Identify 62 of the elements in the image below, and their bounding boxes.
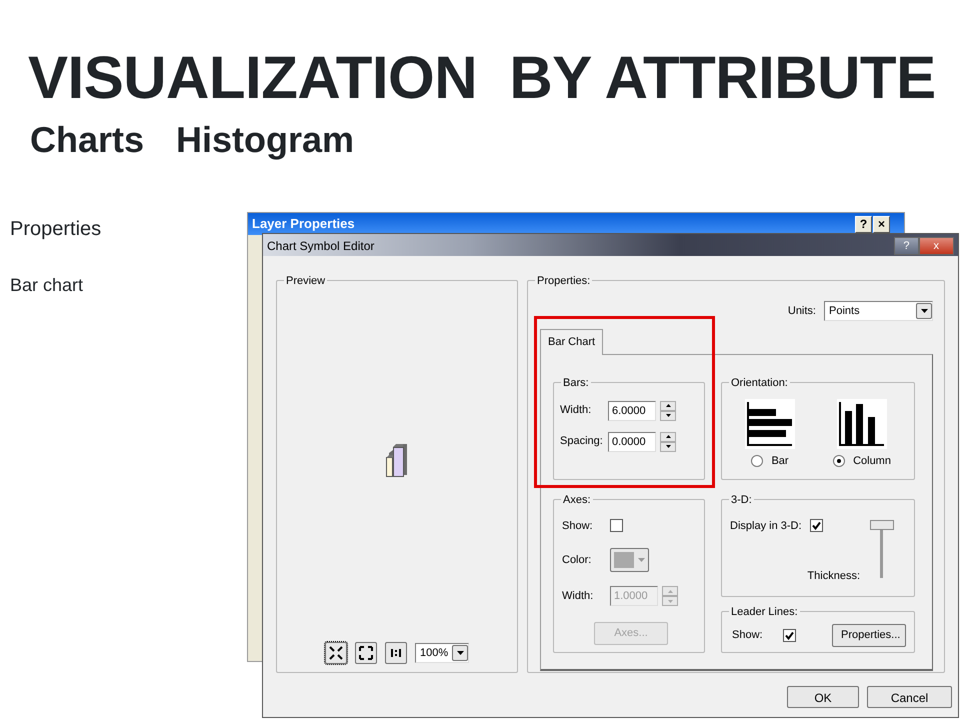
group-label: Properties:: [535, 273, 592, 290]
width-label: Width:: [560, 403, 592, 418]
actual-size-button[interactable]: [385, 642, 407, 664]
slide-subtitle: Histogram: [176, 122, 354, 158]
number-field[interactable]: 0.0000: [608, 432, 656, 452]
caret-icon: [920, 309, 928, 313]
radio-label: Column: [853, 454, 891, 468]
show-label: Show:: [732, 628, 763, 644]
spin-up-button[interactable]: [660, 432, 676, 442]
slider-thumb[interactable]: [870, 520, 894, 530]
color-dropdown[interactable]: [610, 548, 649, 572]
color-swatch: [614, 552, 634, 568]
check-icon: [784, 631, 794, 640]
close-button[interactable]: ×: [873, 216, 890, 232]
side-label: Bar chart: [10, 274, 84, 297]
radio-button[interactable]: [751, 454, 764, 467]
tab[interactable]: Bar Chart: [540, 329, 604, 354]
units-dropdown[interactable]: Points: [824, 301, 933, 321]
slide-title: VISUALIZATION BY ATTRIBUTE: [27, 43, 937, 108]
radio-label: Bar: [771, 454, 789, 468]
number-field[interactable]: 6.0000: [608, 400, 656, 420]
column-chart-icon: [837, 398, 888, 448]
caret-icon: [456, 651, 464, 655]
color-label: Color:: [562, 552, 592, 568]
zoom-value: 100%: [419, 646, 450, 661]
units-label: Units:: [788, 304, 816, 319]
zoom-out-icon: [358, 645, 374, 661]
spin-up-button[interactable]: [660, 400, 676, 410]
checkbox[interactable]: [782, 629, 796, 642]
spin-down-button[interactable]: [660, 442, 676, 452]
side-label: Properties: [10, 217, 102, 242]
show-label: Show:: [562, 518, 594, 534]
spacing-label: Spacing:: [560, 434, 604, 450]
fit-button[interactable]: [325, 642, 347, 664]
cancel-button[interactable]: Cancel: [867, 686, 952, 708]
thickness-label: Thickness:: [806, 569, 860, 584]
checkbox[interactable]: [810, 519, 823, 532]
properties-button[interactable]: Properties...: [832, 624, 906, 647]
up-arrow-icon: [666, 404, 670, 407]
ok-button[interactable]: OK: [787, 686, 859, 708]
down-arrow-icon: [666, 445, 670, 448]
window-title: Layer Properties: [252, 215, 356, 234]
units-value: Points: [828, 304, 861, 319]
check-icon: [812, 521, 821, 530]
dialog-title: Chart Symbol Editor: [267, 238, 376, 255]
help-button[interactable]: ?: [855, 216, 872, 232]
bar-chart-icon: [745, 398, 796, 448]
full-extent-button[interactable]: [355, 642, 377, 664]
up-arrow-icon: [666, 435, 670, 438]
bar-chart-preview-drawing: [386, 444, 408, 480]
zoom-in-icon: [328, 645, 344, 661]
caret-icon: [638, 558, 645, 562]
zoom-dropdown[interactable]: 100%: [415, 643, 469, 663]
radio-button[interactable]: [833, 454, 846, 467]
down-arrow-icon: [666, 414, 670, 417]
up-arrow-icon: [668, 590, 672, 592]
close-button[interactable]: x: [918, 237, 954, 255]
down-arrow-icon: [668, 600, 672, 602]
display-3d-label: Display in 3-D:: [730, 518, 802, 534]
spin-down-button[interactable]: [660, 410, 676, 420]
slide-subtitle: Charts: [30, 122, 144, 158]
width-label: Width:: [562, 588, 594, 604]
